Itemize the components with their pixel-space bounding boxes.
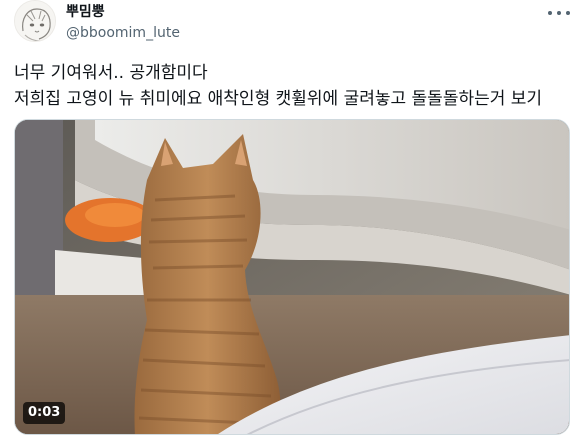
tweet-text-line-1: 너무 기여워서.. 공개함미다 [14,63,208,83]
tweet-header: 뿌밈뿡 @bboomim_lute [14,0,570,48]
plush-highlight [85,203,145,227]
author-names: 뿌밈뿡 @bboomim_lute [66,3,180,43]
video-frame-image [15,120,569,434]
tweet-text-line-2: 저희집 고영이 뉴 취미에요 애착인형 캣휠위에 굴려놓고 돌돌돌하는거 보기 [14,89,543,109]
more-horizontal-icon-dot-2 [557,11,561,15]
more-options-button[interactable] [548,4,570,22]
anime-sketch-avatar-icon [15,1,55,41]
more-horizontal-icon-dot-3 [566,11,570,15]
author-avatar[interactable] [14,0,56,42]
author-display-name[interactable]: 뿌밈뿡 [66,3,180,22]
more-horizontal-icon [548,11,552,15]
tweet-card: 뿌밈뿡 @bboomim_lute 너무 기여워서.. 공개함미다 저희집 고영… [0,0,584,443]
tweet-text: 너무 기여워서.. 공개함미다 저희집 고영이 뉴 취미에요 애착인형 캣휠위에… [14,60,574,112]
video-duration-badge: 0:03 [23,402,66,424]
author-handle[interactable]: @bboomim_lute [66,24,180,43]
video-player[interactable]: 0:03 [14,119,570,435]
